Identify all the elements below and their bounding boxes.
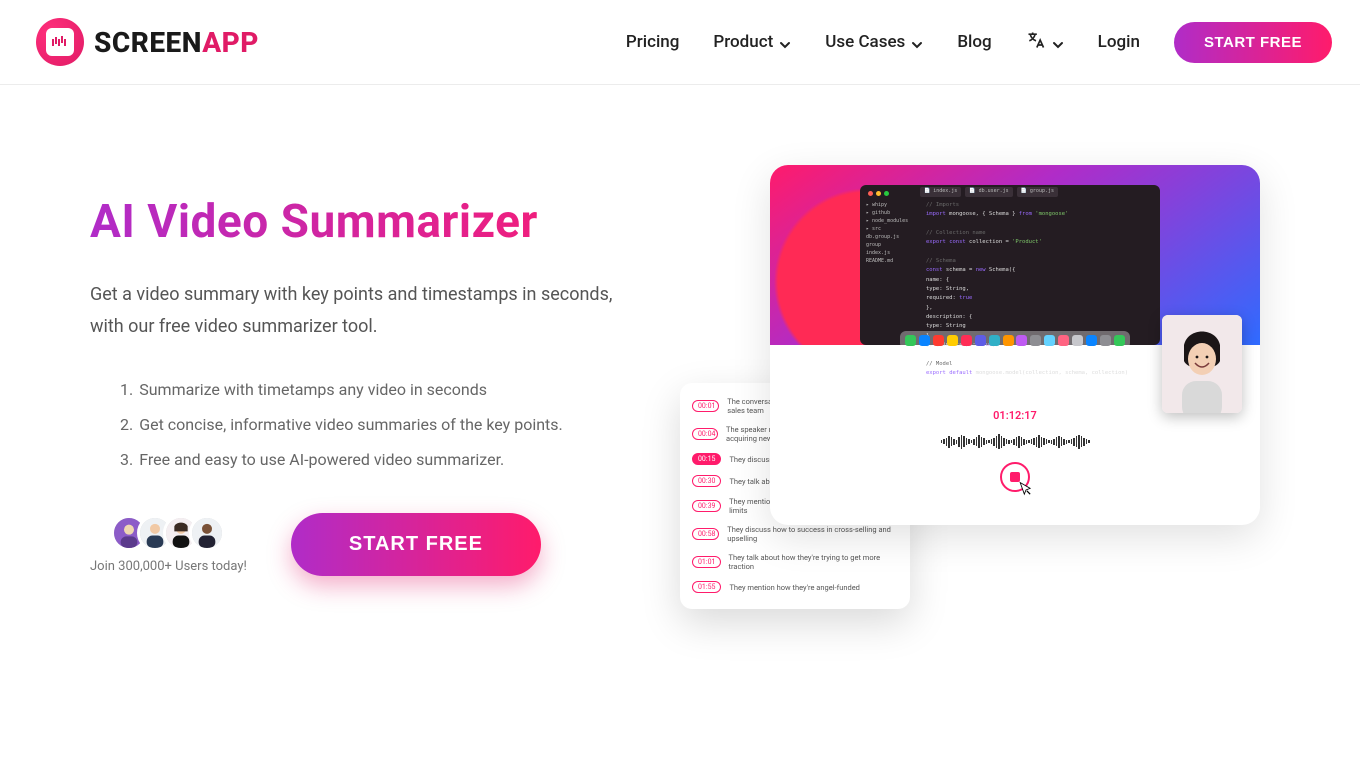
logo-mark-icon bbox=[36, 18, 84, 66]
nav-usecases-label: Use Cases bbox=[825, 32, 905, 52]
hero-bullet-list: 1.Summarize with timetamps any video in … bbox=[120, 372, 650, 478]
timestamp-badge[interactable]: 00:30 bbox=[692, 475, 721, 487]
summary-text: They talk about how they're trying to ge… bbox=[729, 553, 898, 571]
avatar-group: Join 300,000+ Users today! bbox=[90, 515, 247, 574]
summary-row: 00:58 They discuss how to success in cros… bbox=[692, 525, 898, 543]
nav-pricing[interactable]: Pricing bbox=[626, 32, 680, 52]
summary-text: They mention how they're angel-funded bbox=[729, 583, 859, 592]
nav-usecases[interactable]: Use Cases bbox=[825, 32, 923, 52]
editor-tabs: 📄 index.js📄 db.user.js📄 group.js bbox=[920, 187, 1058, 197]
timestamp-badge[interactable]: 00:04 bbox=[692, 428, 718, 440]
nav-login[interactable]: Login bbox=[1098, 32, 1140, 52]
page-title: AI Video Summarizer bbox=[90, 195, 650, 249]
waveform-icon bbox=[925, 430, 1105, 454]
avatar bbox=[189, 515, 225, 551]
timestamp-badge[interactable]: 01:55 bbox=[692, 581, 721, 593]
macos-dock bbox=[900, 331, 1130, 349]
social-proof-row: Join 300,000+ Users today! START FREE bbox=[90, 513, 650, 576]
join-text: Join 300,000+ Users today! bbox=[90, 559, 247, 574]
summary-text: They discuss how to success in cross-sel… bbox=[727, 525, 898, 543]
timestamp-badge[interactable]: 00:15 bbox=[692, 453, 721, 465]
nav-language[interactable] bbox=[1026, 30, 1064, 55]
header-start-free-button[interactable]: START FREE bbox=[1174, 22, 1332, 63]
nav-product-label: Product bbox=[713, 32, 773, 52]
chevron-down-icon bbox=[779, 36, 791, 48]
hero-left: AI Video Summarizer Get a video summary … bbox=[90, 165, 650, 576]
recording-time: 01:12:17 bbox=[993, 409, 1037, 422]
timestamp-badge[interactable]: 00:01 bbox=[692, 400, 719, 412]
hero-subtitle: Get a video summary with key points and … bbox=[90, 279, 650, 344]
code-editor-window: 📄 index.js📄 db.user.js📄 group.js ▸ whipy… bbox=[860, 185, 1160, 345]
recording-controls: 01:12:17 bbox=[770, 375, 1260, 525]
summary-row: 01:55 They mention how they're angel-fund… bbox=[692, 581, 898, 593]
nav-product[interactable]: Product bbox=[713, 32, 791, 52]
timestamp-badge[interactable]: 01:01 bbox=[692, 556, 721, 568]
site-header: SCREENAPP Pricing Product Use Cases Blog… bbox=[0, 0, 1360, 85]
nav-blog[interactable]: Blog bbox=[957, 32, 991, 52]
hero-section: AI Video Summarizer Get a video summary … bbox=[0, 85, 1360, 576]
cursor-icon bbox=[1016, 480, 1036, 500]
file-tree: ▸ whipy▸ github▸ node_modules▸ src db.gr… bbox=[866, 201, 920, 265]
device-mock: 📄 index.js📄 db.user.js📄 group.js ▸ whipy… bbox=[770, 165, 1260, 525]
primary-nav: Pricing Product Use Cases Blog Login STA… bbox=[626, 22, 1332, 63]
code-body: // Importsimport mongoose, { Schema } fr… bbox=[926, 201, 1154, 379]
timestamp-badge[interactable]: 00:58 bbox=[692, 528, 719, 540]
chevron-down-icon bbox=[1052, 36, 1064, 48]
hero-bullet: 3.Free and easy to use AI-powered video … bbox=[120, 442, 650, 477]
logo-text: SCREENAPP bbox=[94, 26, 259, 59]
summary-row: 01:01 They talk about how they're trying … bbox=[692, 553, 898, 571]
hero-bullet: 2.Get concise, informative video summari… bbox=[120, 407, 650, 442]
chevron-down-icon bbox=[911, 36, 923, 48]
avatar-stack bbox=[111, 515, 225, 551]
hero-bullet: 1.Summarize with timetamps any video in … bbox=[120, 372, 650, 407]
translate-icon bbox=[1026, 30, 1046, 55]
timestamp-badge[interactable]: 00:39 bbox=[692, 500, 721, 512]
logo-link[interactable]: SCREENAPP bbox=[36, 18, 259, 66]
hero-illustration: 00:01The conversation starts with congra… bbox=[680, 165, 1300, 576]
hero-start-free-button[interactable]: START FREE bbox=[291, 513, 541, 576]
